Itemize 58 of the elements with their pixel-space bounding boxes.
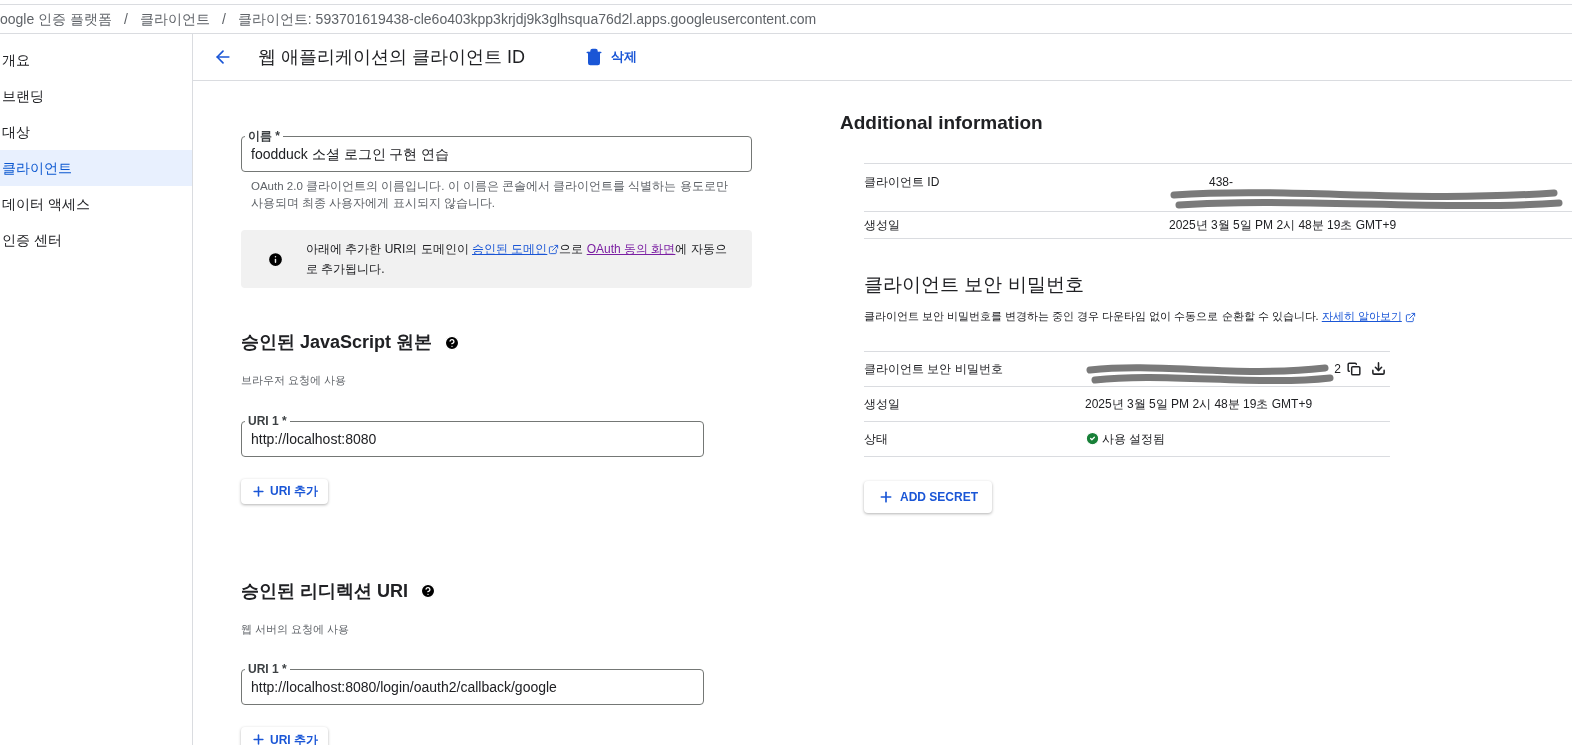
learn-more-link[interactable]: 자세히 알아보기 bbox=[1321, 310, 1416, 322]
secret-title: 클라이언트 보안 비밀번호 bbox=[864, 272, 1085, 297]
external-link-icon bbox=[1404, 311, 1416, 323]
consent-screen-link[interactable]: OAuth 동의 화면 bbox=[586, 242, 676, 256]
secret-label: 클라이언트 보안 비밀번호 bbox=[864, 360, 1004, 378]
breadcrumb-separator: / bbox=[221, 9, 226, 29]
sidebar-item[interactable]: 대상 bbox=[0, 114, 192, 150]
field-label: URI 1 * bbox=[247, 662, 288, 677]
sidebar-item[interactable]: 데이터 액세스 bbox=[0, 186, 192, 222]
authorized-domain-link[interactable]: 승인된 도메인 bbox=[472, 242, 560, 256]
plus-icon bbox=[251, 483, 266, 499]
sidebar-item[interactable]: 개요 bbox=[0, 42, 192, 78]
secret-label: 생성일 bbox=[864, 395, 901, 413]
help-icon[interactable] bbox=[420, 583, 436, 599]
help-text: OAuth 2.0 클라이언트의 이름입니다. 이 이름은 콘솔에서 클라이언트를 식별하는 용도로만 사용되며 최종 사용자에게 표시되지 않습니다. bbox=[250, 179, 729, 211]
breadcrumb-link[interactable]: 클라이언트 bbox=[139, 8, 210, 30]
field-label: 이름 * bbox=[247, 129, 281, 144]
additional-title: Additional information bbox=[840, 111, 1044, 135]
breadcrumb-link[interactable]: 클라이언트: 593701619438-cle6o403kpp3krjdj9k3glhsqua76d2l.apps.googleusercontent.com bbox=[237, 8, 817, 30]
breadcrumb-link[interactable]: oogle 인증 플랫폼 bbox=[0, 8, 113, 30]
text-field[interactable]: 이름 * foodduck 소셜 로그인 구현 연습 bbox=[241, 129, 752, 172]
text-field[interactable]: URI 1 * http://localhost:8080 bbox=[241, 413, 704, 457]
sidebar-item[interactable]: 브랜딩 bbox=[0, 78, 192, 114]
info-label: 생성일 bbox=[864, 216, 901, 234]
section-title: 승인된 JavaScript 원본 bbox=[241, 331, 433, 354]
delete-button[interactable]: 삭제 bbox=[585, 47, 637, 67]
breadcrumb-separator: / bbox=[124, 9, 128, 29]
info-value: 438- bbox=[1209, 174, 1234, 189]
plus-icon bbox=[251, 732, 266, 745]
copy-icon[interactable] bbox=[1347, 361, 1361, 376]
section-subtitle: 브라우저 요청에 사용 bbox=[241, 373, 348, 388]
section-subtitle: 웹 서버의 요청에 사용 bbox=[241, 621, 351, 637]
info-value: 2025년 3월 5일 PM 2시 48분 19초 GMT+9 bbox=[1169, 217, 1397, 232]
add-secret-button[interactable]: ADD SECRET bbox=[864, 480, 992, 513]
field-value: foodduck 소셜 로그인 구현 연습 bbox=[251, 145, 451, 163]
info-text: 아래에 추가한 URI의 도메인이 승인된 도메인 으로 OAuth 동의 화면에 자동으로 추가됩니다. bbox=[306, 241, 728, 278]
help-icon[interactable] bbox=[444, 334, 461, 351]
status-text: 사용 설정됨 bbox=[1102, 430, 1166, 448]
sidebar-item[interactable]: 클라이언트 bbox=[0, 150, 192, 186]
secret-label: 상태 bbox=[864, 430, 889, 448]
add-uri-button[interactable]: URI 추가 bbox=[241, 478, 328, 504]
info-label: 클라이언트 ID bbox=[864, 173, 941, 191]
secret-value: 2025년 3월 5일 PM 2시 48분 19초 GMT+9 bbox=[1085, 395, 1313, 413]
check-icon bbox=[1085, 431, 1100, 446]
section-title: 승인된 리디렉션 URI bbox=[241, 579, 408, 603]
info-icon bbox=[267, 250, 284, 268]
field-value: http://localhost:8080 bbox=[251, 429, 378, 448]
secret-description: 클라이언트 보안 비밀번호를 변경하는 중인 경우 다운타임 없이 수동으로 순환할 수 있습니다. 자세히 알아보기 bbox=[864, 308, 1572, 325]
trash-icon bbox=[585, 48, 603, 66]
field-label: URI 1 * bbox=[247, 413, 288, 429]
page-title: 웹 애플리케이션의 클라이언트 ID bbox=[258, 45, 525, 69]
text-field[interactable]: URI 1 * http://localhost:8080/login/oauth2/callback/google bbox=[241, 662, 704, 705]
add-uri-button[interactable]: URI 추가 bbox=[241, 727, 328, 745]
external-link-icon bbox=[548, 244, 560, 256]
secret-value: 2 bbox=[1334, 361, 1341, 376]
field-value: http://localhost:8080/login/oauth2/callback/google bbox=[251, 678, 558, 696]
download-icon[interactable] bbox=[1371, 361, 1386, 376]
sidebar-item[interactable]: 인증 센터 bbox=[0, 222, 192, 258]
